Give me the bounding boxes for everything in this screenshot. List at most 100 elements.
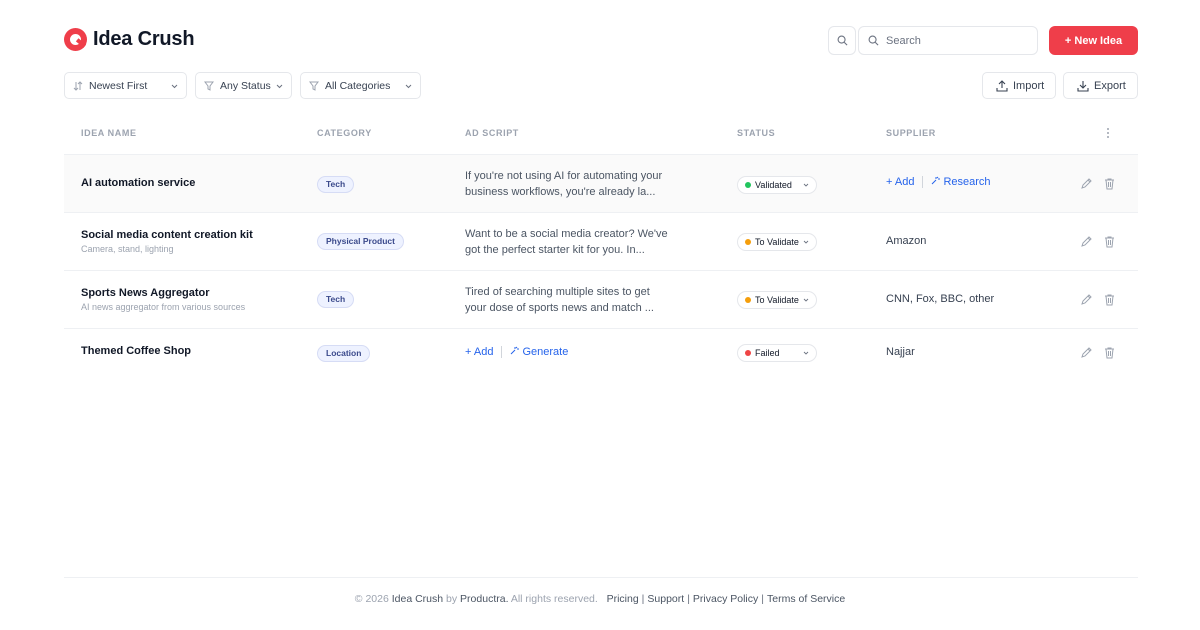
ad-script-line: your dose of sports news and match ... bbox=[465, 302, 654, 314]
row-actions bbox=[1080, 235, 1126, 253]
status-dropdown[interactable]: To Validate bbox=[737, 233, 817, 251]
sort-dropdown[interactable]: Newest First bbox=[64, 72, 187, 99]
status-label: To Validate bbox=[755, 295, 799, 305]
ad-script-actions: + Add Generate bbox=[465, 346, 568, 358]
copyright-prefix: © 2026 bbox=[354, 593, 389, 605]
footer-company[interactable]: Productra. bbox=[460, 593, 508, 605]
table-row[interactable]: Themed Coffee Shop Location + Add Genera… bbox=[64, 329, 1138, 387]
footer-link-pricing[interactable]: Pricing bbox=[607, 593, 639, 605]
sparkle-icon bbox=[511, 346, 520, 355]
idea-name-cell: Sports News Aggregator AI news aggregato… bbox=[81, 287, 245, 312]
ad-script-line: business workflows, you're already la... bbox=[465, 186, 656, 198]
table-header: IDEA NAME CATEGORY AD SCRIPT STATUS SUPP… bbox=[64, 117, 1138, 155]
table-row[interactable]: Sports News Aggregator AI news aggregato… bbox=[64, 271, 1138, 329]
ad-script-line: Want to be a social media creator? We've bbox=[465, 228, 668, 240]
status-dot bbox=[745, 182, 751, 188]
idea-title[interactable]: Sports News Aggregator bbox=[81, 287, 245, 299]
research-label: Research bbox=[943, 176, 991, 188]
footer-link-support[interactable]: Support bbox=[647, 593, 684, 605]
row-actions bbox=[1080, 177, 1126, 195]
header: Idea Crush + New Idea bbox=[64, 26, 1138, 56]
add-supplier-link[interactable]: + Add bbox=[886, 176, 914, 188]
search-toggle-button[interactable] bbox=[828, 26, 856, 55]
footer-by: by bbox=[446, 593, 458, 605]
footer-link-terms[interactable]: Terms of Service bbox=[767, 593, 845, 605]
edit-icon[interactable] bbox=[1080, 293, 1093, 311]
edit-icon[interactable] bbox=[1080, 235, 1093, 253]
table-row[interactable]: Social media content creation kit Camera… bbox=[64, 213, 1138, 271]
search-icon bbox=[868, 35, 879, 46]
column-header-idea-name[interactable]: IDEA NAME bbox=[81, 128, 137, 138]
ad-script-cell[interactable]: Tired of searching multiple sites to get… bbox=[465, 284, 680, 316]
category-filter-dropdown[interactable]: All Categories bbox=[300, 72, 421, 99]
chevron-down-icon bbox=[803, 351, 809, 355]
footer-link-privacy[interactable]: Privacy Policy bbox=[693, 593, 758, 605]
idea-title[interactable]: Social media content creation kit bbox=[81, 229, 253, 241]
import-button[interactable]: Import bbox=[982, 72, 1056, 99]
divider bbox=[501, 346, 503, 358]
app-name: Idea Crush bbox=[93, 28, 195, 50]
divider bbox=[922, 176, 924, 188]
edit-icon[interactable] bbox=[1080, 346, 1093, 364]
idea-name-cell: Social media content creation kit Camera… bbox=[81, 229, 253, 254]
trash-icon[interactable] bbox=[1103, 346, 1116, 364]
ad-script-cell[interactable]: Want to be a social media creator? We've… bbox=[465, 226, 680, 258]
column-header-ad-script[interactable]: AD SCRIPT bbox=[465, 128, 519, 138]
status-dot bbox=[745, 239, 751, 245]
status-label: To Validate bbox=[755, 237, 799, 247]
footer-divider bbox=[64, 577, 1138, 578]
trash-icon[interactable] bbox=[1103, 293, 1116, 311]
status-dropdown[interactable]: To Validate bbox=[737, 291, 817, 309]
idea-title[interactable]: AI automation service bbox=[81, 177, 195, 189]
supplier-name: CNN, Fox, BBC, other bbox=[886, 293, 995, 305]
supplier-name: Najjar bbox=[886, 346, 915, 358]
search-input[interactable] bbox=[886, 32, 1031, 50]
idea-subtitle: AI news aggregator from various sources bbox=[81, 302, 246, 312]
status-filter-dropdown[interactable]: Any Status bbox=[195, 72, 292, 99]
status-label: Validated bbox=[755, 180, 792, 190]
ad-script-line: got the perfect starter kit for you. In.… bbox=[465, 244, 645, 256]
search-field[interactable] bbox=[858, 26, 1038, 55]
footer-brand: Idea Crush bbox=[391, 593, 444, 605]
chevron-down-icon bbox=[276, 84, 283, 89]
download-icon bbox=[1077, 81, 1089, 92]
ad-script-cell[interactable]: If you're not using AI for automating yo… bbox=[465, 168, 680, 200]
column-header-status[interactable]: STATUS bbox=[737, 128, 775, 138]
chevron-down-icon bbox=[171, 84, 178, 89]
status-dropdown[interactable]: Validated bbox=[737, 176, 817, 194]
add-script-link[interactable]: + Add bbox=[465, 346, 493, 358]
category-badge: Physical Product bbox=[317, 233, 404, 250]
status-dropdown[interactable]: Failed bbox=[737, 344, 817, 362]
table-row[interactable]: AI automation service Tech If you're not… bbox=[64, 155, 1138, 213]
generate-label: Generate bbox=[522, 346, 569, 358]
idea-title[interactable]: Themed Coffee Shop bbox=[81, 345, 191, 357]
search-icon bbox=[837, 35, 848, 46]
chevron-down-icon bbox=[803, 183, 809, 187]
status-label: Failed bbox=[755, 348, 780, 358]
sparkle-icon bbox=[932, 176, 941, 185]
research-supplier-link[interactable]: Research bbox=[931, 176, 991, 188]
divider: | bbox=[641, 593, 645, 605]
column-header-category[interactable]: CATEGORY bbox=[317, 128, 372, 138]
new-idea-button[interactable]: + New Idea bbox=[1049, 26, 1138, 55]
export-button[interactable]: Export bbox=[1063, 72, 1138, 99]
filter-icon bbox=[309, 81, 319, 91]
column-header-supplier[interactable]: SUPPLIER bbox=[886, 128, 936, 138]
import-label: Import bbox=[1013, 80, 1045, 92]
supplier-name: Amazon bbox=[886, 235, 927, 247]
idea-name-cell: AI automation service bbox=[81, 177, 195, 189]
trash-icon[interactable] bbox=[1103, 235, 1116, 253]
chevron-down-icon bbox=[405, 84, 412, 89]
category-filter-label: All Categories bbox=[325, 80, 391, 92]
more-options-icon[interactable] bbox=[1104, 127, 1112, 139]
export-label: Export bbox=[1094, 80, 1126, 92]
logo[interactable]: Idea Crush bbox=[64, 28, 195, 51]
supplier-actions: + Add Research bbox=[886, 176, 991, 188]
footer-rights: All rights reserved. bbox=[510, 593, 598, 605]
edit-icon[interactable] bbox=[1080, 177, 1093, 195]
generate-script-link[interactable]: Generate bbox=[510, 346, 568, 358]
filter-bar: Newest First Any Status All Categories I… bbox=[64, 72, 1138, 100]
logo-icon bbox=[64, 28, 87, 51]
ad-script-line: Tired of searching multiple sites to get bbox=[465, 286, 650, 298]
trash-icon[interactable] bbox=[1103, 177, 1116, 195]
